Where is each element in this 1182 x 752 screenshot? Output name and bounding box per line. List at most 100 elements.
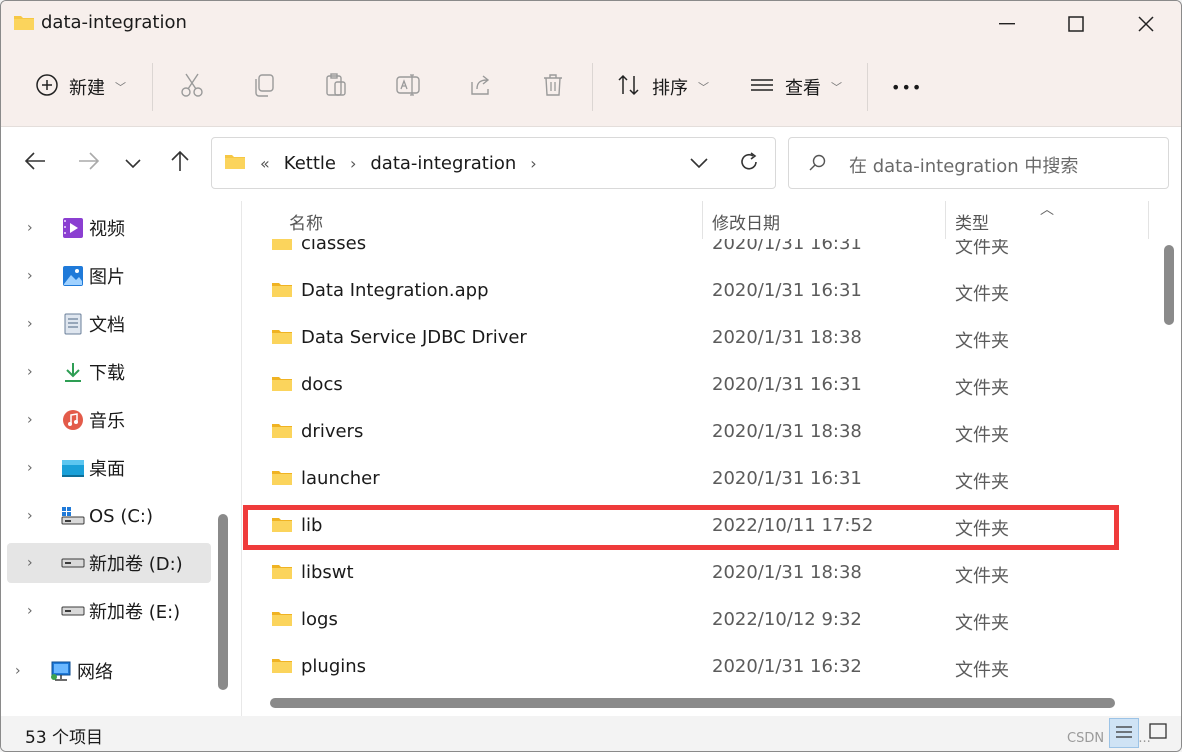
expand-chevron-icon[interactable]: › xyxy=(27,316,49,332)
download-arrow-icon xyxy=(61,360,85,384)
toolbar-divider xyxy=(152,63,153,111)
column-header-type[interactable]: 类型 xyxy=(955,209,989,234)
delete-button[interactable] xyxy=(540,67,566,107)
breadcrumb-data-integration[interactable]: data-integration xyxy=(370,153,516,174)
sidebar-item-label: 新加卷 (D:) xyxy=(89,554,183,575)
column-header-name[interactable]: 名称 xyxy=(289,209,323,234)
command-bar: 新建 ﹀ 排序 ﹀ 查看 ﹀ ••• xyxy=(1,47,1181,127)
list-item[interactable]: libswt 2020/1/31 18:38 文件夹 xyxy=(242,550,1152,597)
column-header-modified[interactable]: 修改日期 xyxy=(712,209,780,234)
sort-arrows-icon xyxy=(616,72,642,103)
thumbnail-view-button[interactable] xyxy=(1143,718,1173,748)
share-icon xyxy=(468,72,494,103)
share-button[interactable] xyxy=(468,67,494,107)
list-item[interactable]: logs 2022/10/12 9:32 文件夹 xyxy=(242,597,1152,644)
back-button[interactable] xyxy=(15,145,55,181)
column-divider[interactable] xyxy=(945,201,946,239)
expand-chevron-icon[interactable]: › xyxy=(27,460,49,476)
sidebar-item-drive-d[interactable]: › 新加卷 (D:) xyxy=(7,543,211,583)
new-button[interactable]: 新建 ﹀ xyxy=(35,67,126,107)
navigation-pane-scrollbar[interactable] xyxy=(211,201,241,716)
address-history-chevron-icon[interactable] xyxy=(690,154,708,173)
column-divider[interactable] xyxy=(702,201,703,239)
clipboard-icon xyxy=(323,72,349,103)
sidebar-item-network[interactable]: › 网络 xyxy=(1,651,199,691)
sidebar-item-label: 新加卷 (E:) xyxy=(89,602,181,623)
folder-icon xyxy=(271,374,293,397)
search-box[interactable]: 在 data-integration 中搜索 xyxy=(788,137,1169,189)
expand-chevron-icon[interactable]: › xyxy=(27,508,49,524)
expand-chevron-icon[interactable]: › xyxy=(27,268,49,284)
details-view-icon xyxy=(1115,724,1133,743)
vertical-scrollbar[interactable] xyxy=(1156,201,1181,689)
file-name: Data Service JDBC Driver xyxy=(301,327,527,348)
minimize-button[interactable] xyxy=(972,1,1042,47)
list-item[interactable]: drivers 2020/1/31 18:38 文件夹 xyxy=(242,409,1152,456)
recent-locations-button[interactable] xyxy=(113,145,153,181)
file-name: drivers xyxy=(301,421,364,442)
more-icon: ••• xyxy=(891,77,923,97)
sort-button[interactable]: 排序 ﹀ xyxy=(616,67,709,107)
sidebar-item-videos[interactable]: › 视频 xyxy=(7,208,211,248)
paste-button[interactable] xyxy=(323,67,349,107)
sidebar-item-pictures[interactable]: › 图片 xyxy=(7,256,211,296)
sidebar-item-label: 音乐 xyxy=(89,411,125,432)
scrollbar-thumb[interactable] xyxy=(218,514,228,690)
desktop-icon xyxy=(61,456,85,480)
sidebar-item-drive-e[interactable]: › 新加卷 (E:) xyxy=(7,591,211,631)
expand-chevron-icon[interactable]: › xyxy=(27,220,49,236)
rename-button[interactable] xyxy=(395,67,421,107)
drive-icon xyxy=(61,599,85,623)
close-button[interactable] xyxy=(1111,1,1181,47)
list-item[interactable]: plugins 2020/1/31 16:32 文件夹 xyxy=(242,644,1152,689)
rename-icon xyxy=(395,72,421,103)
expand-chevron-icon[interactable]: › xyxy=(15,663,37,679)
toolbar-divider xyxy=(867,63,868,111)
navigation-pane: › 视频 › 图片 › 文档 › 下载 › 音乐 › 桌面 › OS (C:) … xyxy=(1,201,211,716)
details-view-button[interactable] xyxy=(1109,718,1139,748)
title-bar: data-integration xyxy=(1,1,1181,47)
cut-button[interactable] xyxy=(179,67,205,107)
sidebar-item-drive-c[interactable]: › OS (C:) xyxy=(7,496,211,536)
file-modified: 2020/1/31 18:38 xyxy=(712,421,862,442)
file-type: 文件夹 xyxy=(955,331,1009,352)
chevron-down-icon: ﹀ xyxy=(831,81,842,94)
expand-chevron-icon[interactable]: › xyxy=(27,555,49,571)
view-button[interactable]: 查看 ﹀ xyxy=(749,67,842,107)
forward-button[interactable] xyxy=(69,145,109,181)
sidebar-item-downloads[interactable]: › 下载 xyxy=(7,352,211,392)
breadcrumb-overflow[interactable]: « xyxy=(260,154,270,173)
maximize-button[interactable] xyxy=(1041,1,1111,47)
more-options-button[interactable]: ••• xyxy=(891,67,922,107)
list-item[interactable]: docs 2020/1/31 16:31 文件夹 xyxy=(242,362,1152,409)
expand-chevron-icon[interactable]: › xyxy=(27,603,49,619)
column-divider[interactable] xyxy=(1148,201,1149,239)
list-item[interactable]: launcher 2020/1/31 16:31 文件夹 xyxy=(242,456,1152,503)
refresh-icon[interactable] xyxy=(738,151,760,177)
file-type: 文件夹 xyxy=(955,660,1009,681)
system-drive-icon xyxy=(61,504,85,528)
breadcrumb-kettle[interactable]: Kettle xyxy=(284,153,336,174)
file-name: logs xyxy=(301,609,338,630)
file-name: docs xyxy=(301,374,343,395)
sidebar-item-music[interactable]: › 音乐 xyxy=(7,400,211,440)
new-label: 新建 xyxy=(69,78,105,99)
horizontal-scrollbar[interactable] xyxy=(242,689,1156,716)
breadcrumb-separator-icon[interactable]: › xyxy=(530,154,536,173)
scrollbar-thumb[interactable] xyxy=(1164,245,1174,325)
expand-chevron-icon[interactable]: › xyxy=(27,412,49,428)
scrollbar-thumb[interactable] xyxy=(270,698,1115,708)
up-button[interactable] xyxy=(160,145,200,181)
copy-button[interactable] xyxy=(251,67,277,107)
list-item[interactable]: Data Integration.app 2020/1/31 16:31 文件夹 xyxy=(242,268,1152,315)
scissors-icon xyxy=(179,72,205,103)
sidebar-item-desktop[interactable]: › 桌面 xyxy=(7,448,211,488)
sidebar-item-documents[interactable]: › 文档 xyxy=(7,304,211,344)
expand-chevron-icon[interactable]: › xyxy=(27,364,49,380)
folder-icon xyxy=(271,280,293,303)
address-bar[interactable]: « Kettle › data-integration › xyxy=(211,137,776,189)
sidebar-item-label: 图片 xyxy=(89,267,125,288)
list-item[interactable]: Data Service JDBC Driver 2020/1/31 18:38… xyxy=(242,315,1152,362)
breadcrumb-separator-icon: › xyxy=(349,154,357,173)
folder-icon xyxy=(271,468,293,491)
